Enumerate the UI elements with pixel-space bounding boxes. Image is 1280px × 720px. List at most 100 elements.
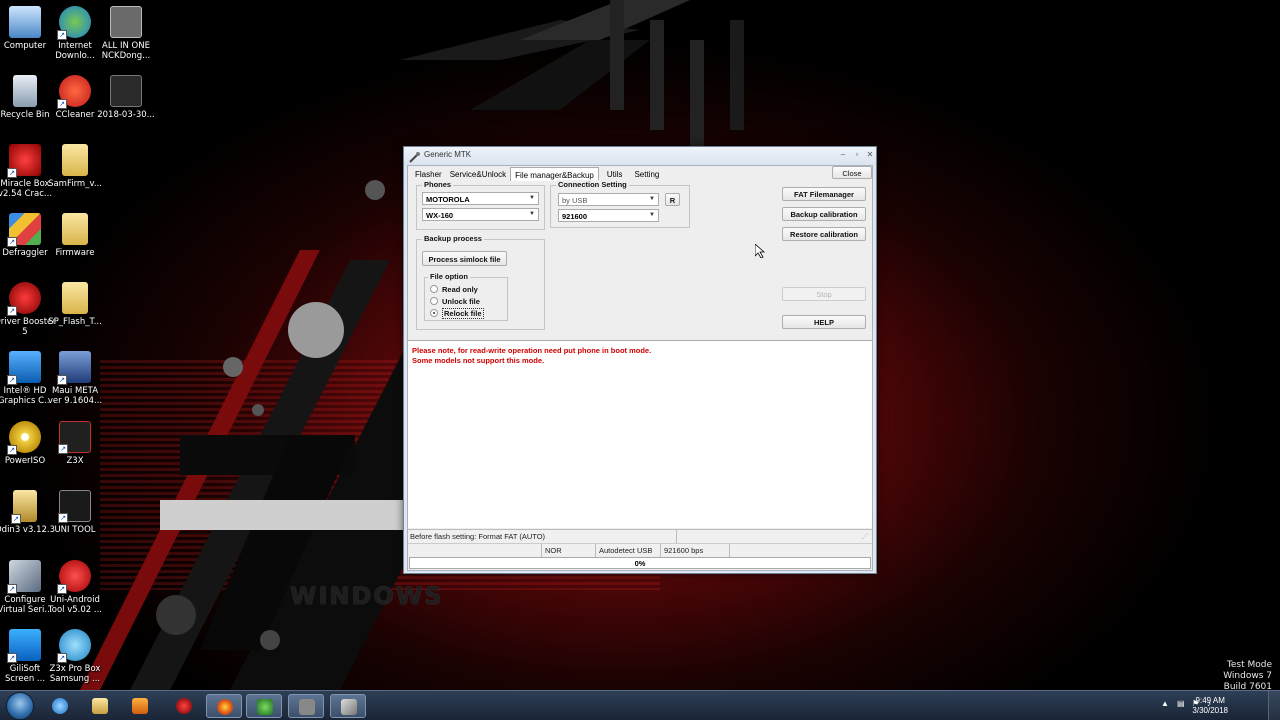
video-file-icon bbox=[110, 75, 142, 107]
tab-setting[interactable]: Setting bbox=[630, 167, 663, 181]
desktop-icon-2018-03-30[interactable]: 2018-03-30... bbox=[95, 75, 157, 120]
intel-graphics-icon: ↗ bbox=[7, 351, 41, 385]
desktop-icon-label: Z3x Pro Box Samsung ... bbox=[49, 664, 101, 684]
taskbar-explorer[interactable] bbox=[82, 694, 118, 718]
desktop-icon-nck-dongle[interactable]: ALL IN ONE NCKDong... bbox=[95, 6, 157, 61]
phones-group: Phones MOTOROLA ▼ WX-160 ▼ bbox=[416, 180, 545, 230]
tab-service-unlock[interactable]: Service&Unlock bbox=[446, 167, 510, 181]
backup-process-group: Backup process Process simlock file File… bbox=[416, 234, 545, 330]
uni-tool-icon: ↗ bbox=[58, 490, 91, 523]
progress-bar: 0% bbox=[409, 557, 871, 569]
process-simlock-file-button[interactable]: Process simlock file bbox=[422, 251, 507, 266]
gilisoft-icon: ↗ bbox=[7, 629, 41, 663]
generic-mtk-window: Generic MTK – ▫ ✕ Flasher Service&Unlock… bbox=[403, 146, 877, 574]
desktop-icon-label: UNI TOOL bbox=[54, 525, 96, 535]
desktop-icon-samfirm[interactable]: SamFirm_v... bbox=[44, 144, 106, 189]
clock-time: 9:49 AM bbox=[1195, 696, 1225, 705]
desktop-icon-uni-tool[interactable]: ↗ UNI TOOL bbox=[44, 490, 106, 535]
progress-text: 0% bbox=[634, 559, 646, 568]
taskbar-generic-mtk[interactable] bbox=[330, 694, 366, 718]
ccleaner-icon: ↗ bbox=[57, 75, 91, 109]
desktop-icon-z3x-pro-box[interactable]: ↗ Z3x Pro Box Samsung ... bbox=[44, 629, 106, 684]
window-title: Generic MTK bbox=[424, 150, 472, 159]
taskbar-ccleaner[interactable] bbox=[246, 694, 282, 718]
radio-circle-icon bbox=[430, 297, 438, 305]
show-desktop-button[interactable] bbox=[1268, 691, 1280, 720]
desktop-icon-firmware[interactable]: Firmware bbox=[44, 213, 106, 258]
log-output: Please note, for read-write operation ne… bbox=[408, 340, 872, 528]
close-window-button[interactable]: ✕ bbox=[864, 149, 876, 161]
resize-grip-icon: ⋰ bbox=[862, 534, 868, 540]
fat-filemanager-button[interactable]: FAT Filemanager bbox=[782, 187, 866, 201]
baud-value: 921600 bbox=[562, 212, 588, 221]
watermark-line2: Windows 7 bbox=[1223, 671, 1272, 681]
ccleaner-icon bbox=[257, 699, 273, 715]
driver-booster-icon: ↗ bbox=[7, 282, 41, 316]
radio-unlock-file[interactable]: Unlock file bbox=[430, 297, 480, 306]
desktop-icon-label: Maui META ver 9.1604... bbox=[47, 386, 103, 406]
window-client: Flasher Service&Unlock File manager&Back… bbox=[407, 165, 873, 571]
help-button[interactable]: HELP bbox=[782, 315, 866, 329]
chevron-down-icon: ▼ bbox=[649, 196, 655, 202]
taskbar-media-player[interactable] bbox=[122, 694, 158, 718]
wallpaper-windows-text: WINDOWS bbox=[290, 582, 444, 610]
window-titlebar[interactable]: Generic MTK – ▫ ✕ bbox=[404, 147, 876, 165]
tab-file-manager-backup[interactable]: File manager&Backup bbox=[510, 167, 599, 181]
folder-icon bbox=[62, 144, 88, 176]
radio-label: Unlock file bbox=[442, 297, 480, 306]
defraggler-icon: ↗ bbox=[7, 213, 41, 247]
port-value: by USB bbox=[562, 196, 588, 205]
miracle-box-icon: ↗ bbox=[7, 144, 41, 178]
taskbar-driver-booster[interactable] bbox=[166, 694, 202, 718]
z3x-icon: ↗ bbox=[58, 421, 91, 454]
restore-calibration-button[interactable]: Restore calibration bbox=[782, 227, 866, 241]
taskbar-internet-explorer[interactable] bbox=[42, 694, 78, 718]
port-select[interactable]: by USB ▼ bbox=[558, 193, 659, 206]
tray-expand-icon[interactable]: ▲ bbox=[1161, 699, 1169, 708]
refresh-button[interactable]: R bbox=[665, 193, 680, 206]
status-bar-settings: Before flash setting: Format FAT (AUTO) … bbox=[408, 529, 872, 543]
nck-dongle-icon bbox=[299, 699, 315, 715]
radio-label: Relock file bbox=[442, 308, 484, 319]
memory-type-status: NOR bbox=[541, 544, 595, 557]
brand-select[interactable]: MOTOROLA ▼ bbox=[422, 192, 539, 205]
desktop-icon-label: Firmware bbox=[55, 248, 95, 258]
taskbar-nck-dongle[interactable] bbox=[288, 694, 324, 718]
test-mode-watermark: Test Mode Windows 7 Build 7601 bbox=[1223, 660, 1272, 690]
desktop-icon-label: SP_Flash_T... bbox=[48, 317, 102, 327]
radio-read-only[interactable]: Read only bbox=[430, 285, 478, 294]
minimize-button[interactable]: – bbox=[837, 149, 849, 161]
watermark-line1: Test Mode bbox=[1226, 660, 1272, 670]
tab-utils[interactable]: Utils bbox=[603, 167, 627, 181]
close-button[interactable]: Close bbox=[832, 166, 872, 179]
maximize-button[interactable]: ▫ bbox=[851, 149, 863, 161]
firefox-icon bbox=[217, 699, 233, 715]
radio-label: Read only bbox=[442, 285, 478, 294]
flash-setting-status: Before flash setting: Format FAT (AUTO) bbox=[410, 532, 546, 541]
radio-circle-icon bbox=[430, 309, 438, 317]
log-line: Some models not support this mode. bbox=[412, 356, 545, 365]
system-clock[interactable]: 9:49 AM 3/30/2018 bbox=[1192, 696, 1228, 716]
taskbar-firefox[interactable] bbox=[206, 694, 242, 718]
backup-calibration-button[interactable]: Backup calibration bbox=[782, 207, 866, 221]
desktop-icon-maui-meta[interactable]: ↗ Maui META ver 9.1604... bbox=[44, 351, 106, 406]
desktop-icon-z3x[interactable]: ↗ Z3X bbox=[44, 421, 106, 466]
radio-relock-file[interactable]: Relock file bbox=[430, 308, 484, 319]
recycle-bin-icon bbox=[13, 75, 37, 107]
desktop-icon-label: ALL IN ONE NCKDong... bbox=[101, 41, 151, 61]
desktop-icon-label: SamFirm_v... bbox=[48, 179, 102, 189]
desktop-icon-label: 2018-03-30... bbox=[97, 110, 155, 120]
tray-network-icon[interactable]: ▤ bbox=[1177, 699, 1185, 708]
chevron-down-icon: ▼ bbox=[529, 211, 535, 217]
model-select[interactable]: WX-160 ▼ bbox=[422, 208, 539, 221]
start-button[interactable] bbox=[6, 692, 34, 720]
baud-select[interactable]: 921600 ▼ bbox=[558, 209, 659, 222]
tab-flasher[interactable]: Flasher bbox=[411, 167, 446, 181]
file-option-group: File option Read only Unlock file Relock… bbox=[424, 272, 508, 321]
desktop-icon-uni-android-tool[interactable]: ↗ Uni-Android Tool v5.02 ... bbox=[44, 560, 106, 615]
desktop-icon-sp-flash-tool[interactable]: SP_Flash_T... bbox=[44, 282, 106, 327]
media-player-icon bbox=[132, 698, 148, 714]
clock-date: 3/30/2018 bbox=[1192, 706, 1228, 715]
connection-group: Connection Setting by USB ▼ 921600 ▼ R bbox=[550, 180, 690, 228]
stop-button[interactable]: Stop bbox=[782, 287, 866, 301]
